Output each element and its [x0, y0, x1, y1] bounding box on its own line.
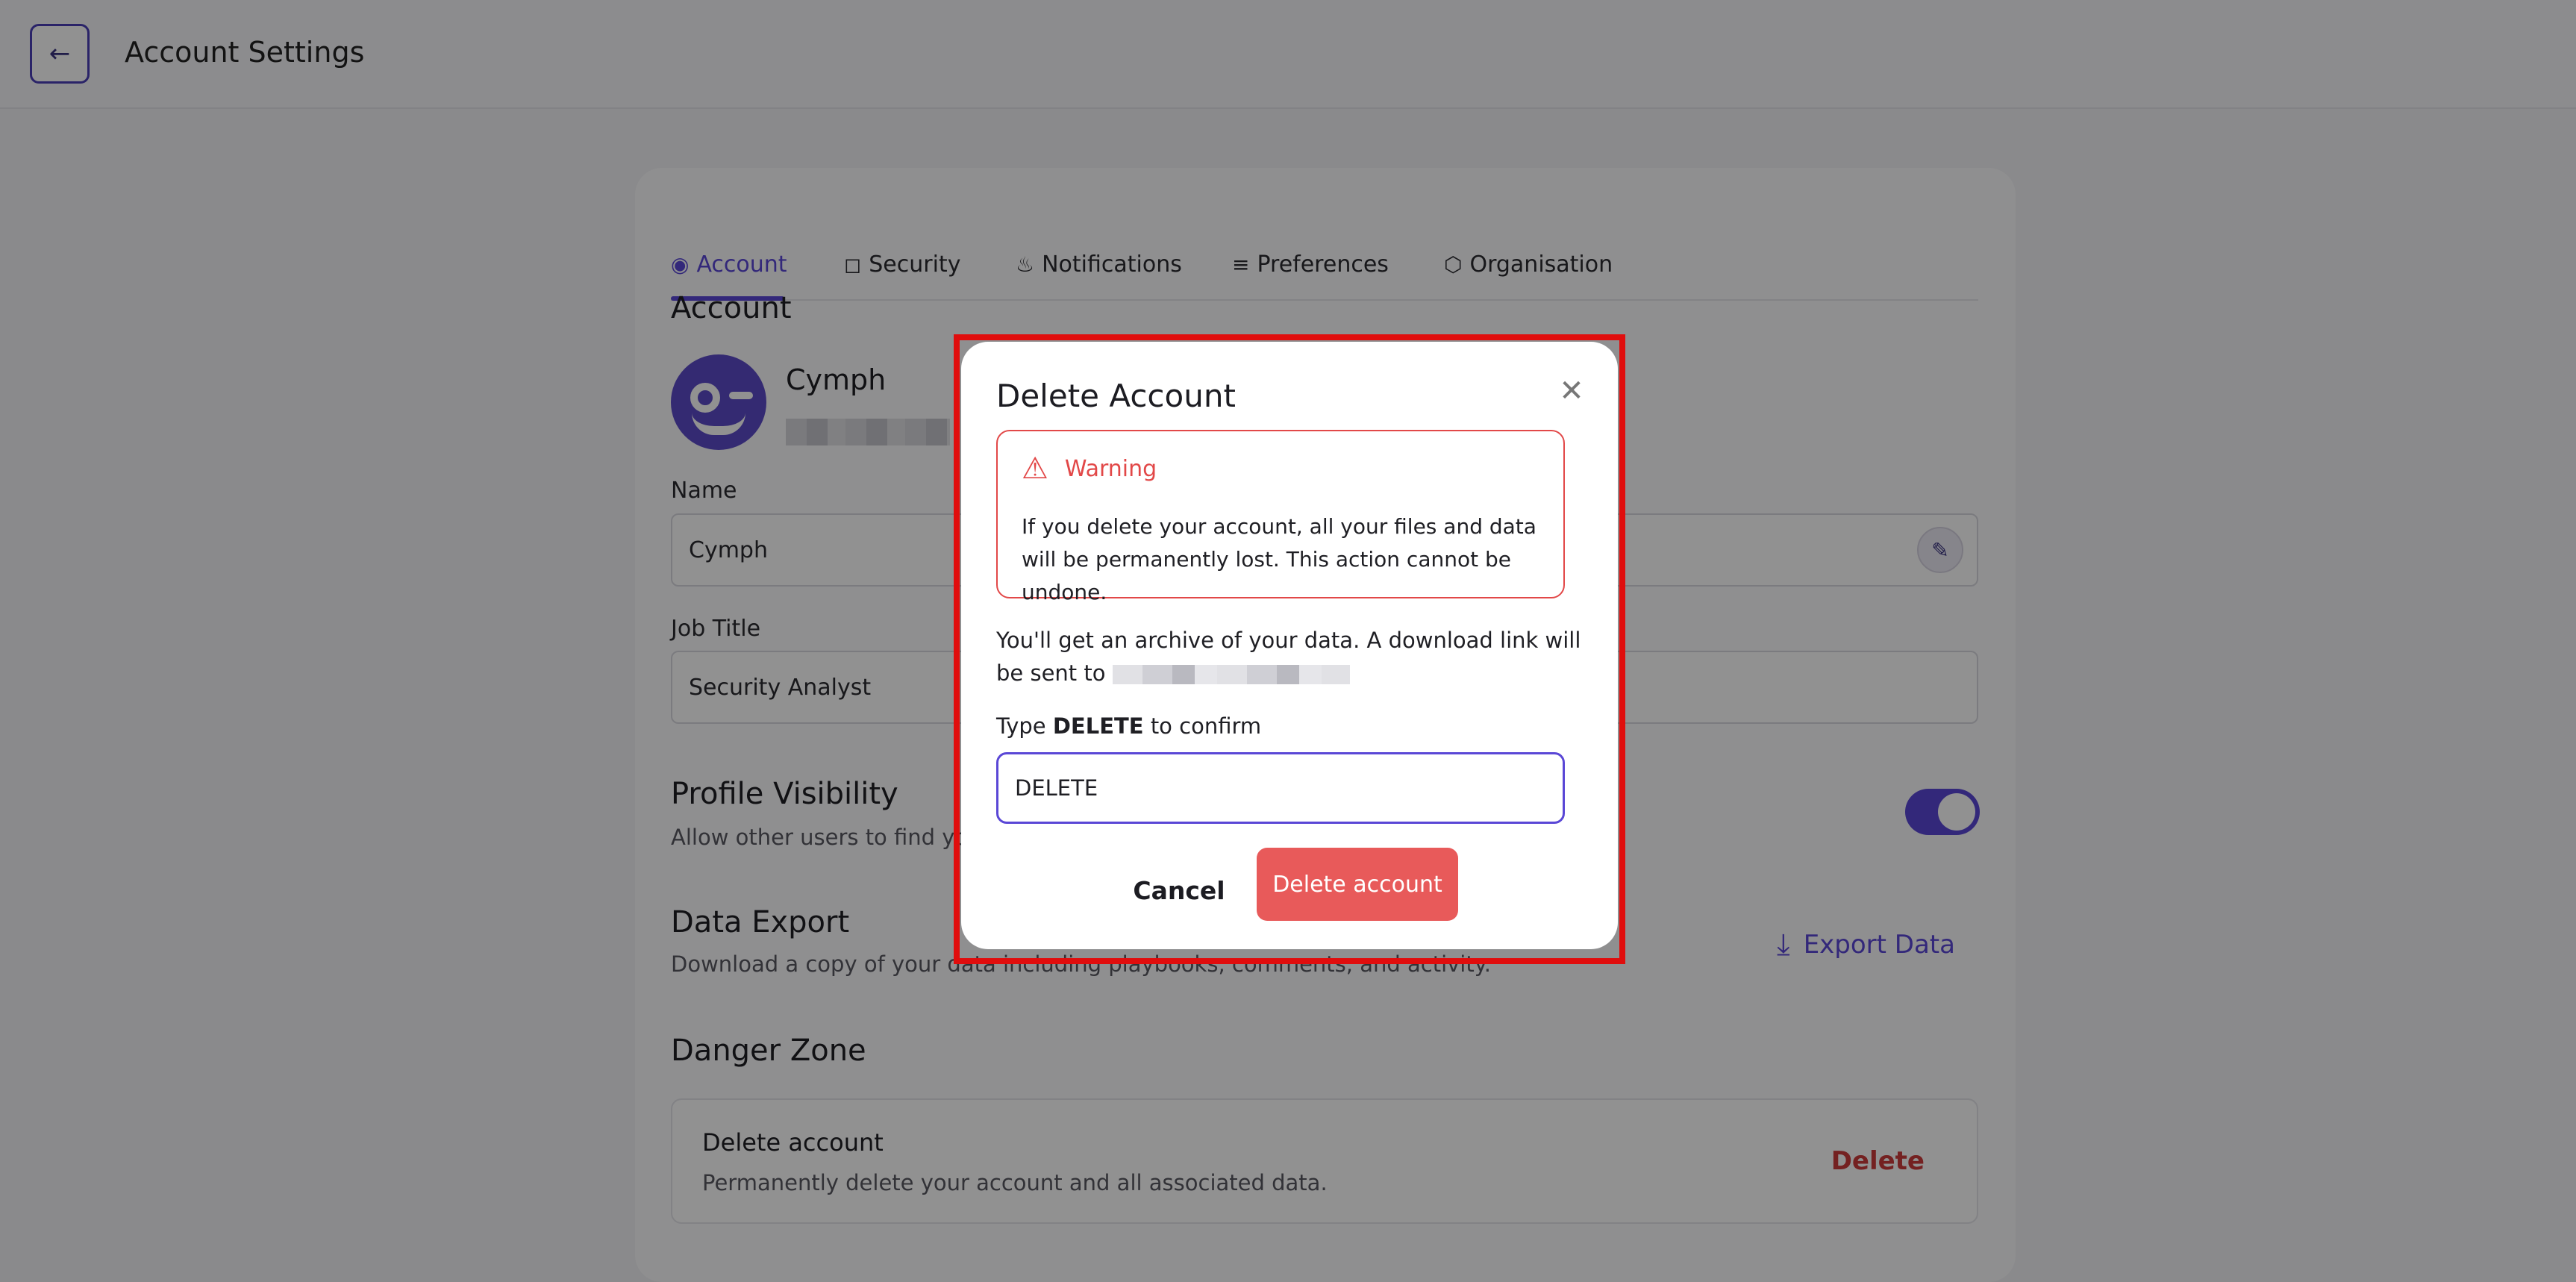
- warning-box: ⚠ Warning If you delete your account, al…: [996, 430, 1565, 604]
- warning-triangle-icon: ⚠: [1022, 451, 1048, 486]
- confirm-suffix: to confirm: [1150, 713, 1262, 739]
- close-icon: ✕: [1559, 374, 1584, 408]
- close-button[interactable]: ✕: [1554, 373, 1589, 409]
- warning-text: If you delete your account, all your fil…: [1022, 514, 1536, 604]
- warning-title: Warning: [1064, 455, 1157, 482]
- confirm-keyword: DELETE: [1052, 713, 1144, 739]
- confirm-label: Type DELETE to confirm: [996, 713, 1261, 739]
- archive-text: You'll get an archive of your data. A do…: [996, 624, 1586, 690]
- confirm-input[interactable]: [996, 752, 1565, 824]
- confirm-prefix: Type: [996, 713, 1046, 739]
- modal-title: Delete Account: [996, 378, 1236, 414]
- delete-account-button[interactable]: Delete account: [1257, 848, 1458, 921]
- cancel-button[interactable]: Cancel: [1119, 863, 1239, 918]
- redacted-email: [1112, 665, 1350, 684]
- delete-account-modal: Delete Account ✕ ⚠ Warning If you delete…: [961, 342, 1618, 949]
